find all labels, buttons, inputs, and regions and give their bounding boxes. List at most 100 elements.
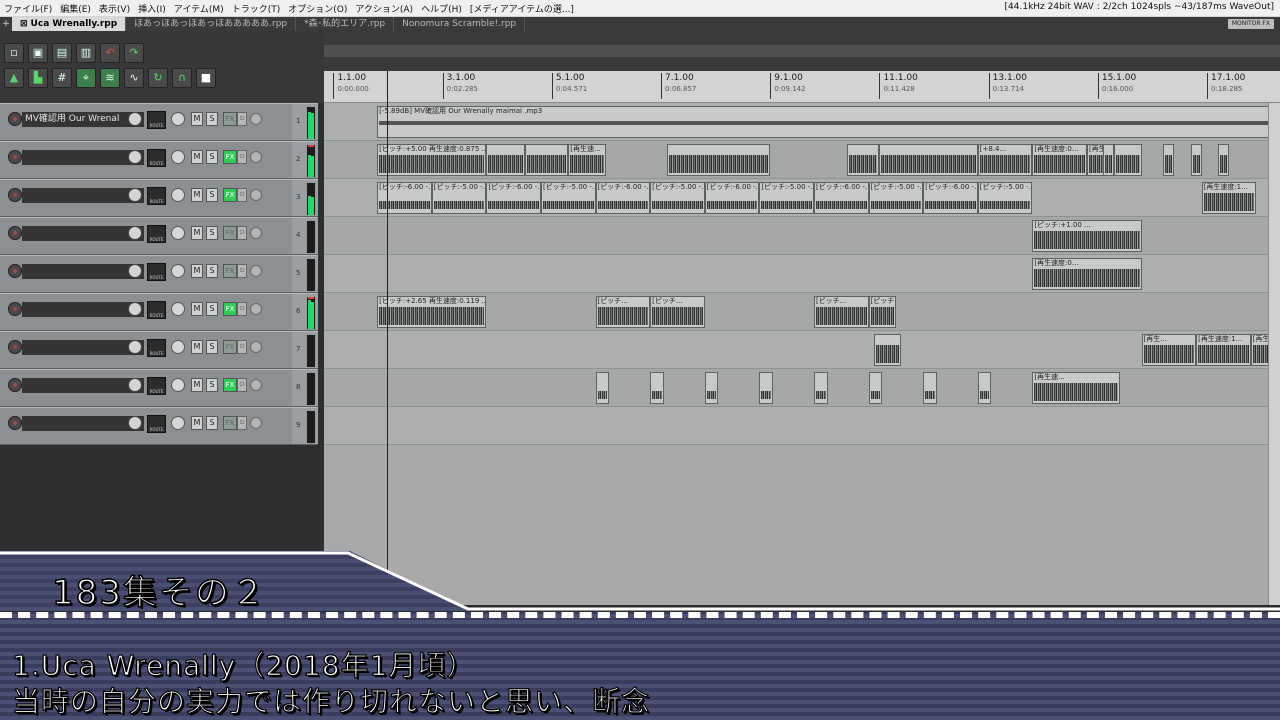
metronome-icon[interactable]: ▲	[4, 68, 24, 88]
track-1[interactable]: MV確認用 Our Wrenal ROUTE M S FX ⏻	[0, 103, 292, 141]
media-item[interactable]: [再生速度:0...	[1032, 258, 1142, 290]
media-item[interactable]: [ピッチ:-6.00 -...	[377, 182, 432, 214]
media-item[interactable]	[868, 372, 883, 404]
solo-button[interactable]: S	[206, 150, 218, 164]
track-name-field[interactable]	[22, 150, 144, 165]
media-item[interactable]: [ピッチ:+2.65 再生速度:0.119 ...	[377, 296, 487, 328]
fx-bypass-icon[interactable]: ⏻	[237, 112, 247, 126]
project-tab-2[interactable]: *森･私的エリア.rpp	[296, 17, 395, 31]
fx-button[interactable]: FX	[223, 188, 237, 202]
envelope-button[interactable]	[250, 151, 262, 163]
ripple-icon[interactable]: ≋	[100, 68, 120, 88]
solo-button[interactable]: S	[206, 112, 218, 126]
solo-button[interactable]: S	[206, 226, 218, 240]
media-item[interactable]	[1190, 144, 1202, 176]
media-item[interactable]: [ピッチ:+1.00 ...	[1032, 220, 1142, 252]
track-name-field[interactable]	[22, 416, 144, 431]
record-arm-icon[interactable]	[8, 340, 22, 354]
volume-knob[interactable]	[128, 188, 142, 202]
route-button[interactable]: ROUTE	[147, 339, 166, 357]
menu-item-9[interactable]: [メディアアイテムの選...]	[466, 2, 578, 15]
track-lane-7[interactable]	[324, 331, 1268, 369]
menu-item-3[interactable]: 挿入(I)	[134, 2, 170, 15]
track-name-field[interactable]	[22, 264, 144, 279]
menu-item-8[interactable]: ヘルプ(H)	[417, 2, 466, 15]
media-item[interactable]: [-5.89dB] MV確認用 Our Wrenally maimai .mp3	[377, 106, 1279, 138]
media-item[interactable]	[524, 144, 569, 176]
route-button[interactable]: ROUTE	[147, 377, 166, 395]
timeline-ruler[interactable]: 1.1.00 0:00.000 3.1.00 0:02.285 5.1.00 0:04.5…	[324, 71, 1280, 103]
track-9[interactable]: ROUTE M S FX ⏻	[0, 407, 292, 445]
mute-button[interactable]: M	[191, 226, 203, 240]
media-item[interactable]: [再生速...	[568, 144, 607, 176]
fx-bypass-icon[interactable]: ⏻	[237, 378, 247, 392]
envelope-button[interactable]	[250, 227, 262, 239]
mute-button[interactable]: M	[191, 188, 203, 202]
pan-knob[interactable]	[171, 264, 185, 278]
record-arm-icon[interactable]	[8, 150, 22, 164]
pan-knob[interactable]	[171, 302, 185, 316]
media-item[interactable]: [再生速度:1...	[1201, 182, 1257, 214]
envelope-button[interactable]	[250, 303, 262, 315]
fx-button[interactable]: FX	[223, 302, 237, 316]
track-name-field[interactable]	[22, 302, 144, 317]
media-item[interactable]: [ピッチ:-6.00 -...	[486, 182, 541, 214]
arrange-view[interactable]: 1.1.00 0:00.000 3.1.00 0:02.285 5.1.00 0:04.5…	[324, 31, 1280, 605]
menu-item-6[interactable]: オプション(O)	[284, 2, 351, 15]
menu-item-7[interactable]: アクション(A)	[351, 2, 417, 15]
media-item[interactable]: [ピッチ:-6.00 -...	[813, 182, 869, 214]
track-name-field[interactable]	[22, 340, 144, 355]
vertical-scrollbar[interactable]	[1268, 103, 1280, 605]
media-item[interactable]: [ピッチ...	[650, 296, 705, 328]
grid-icon[interactable]: #	[52, 68, 72, 88]
mute-button[interactable]: M	[191, 416, 203, 430]
volume-knob[interactable]	[128, 226, 142, 240]
solo-button[interactable]: S	[206, 340, 218, 354]
envelope-button[interactable]	[250, 417, 262, 429]
track-lane-8[interactable]	[324, 369, 1268, 407]
pan-knob[interactable]	[171, 150, 185, 164]
media-item[interactable]: [ピッチ:-5.00 -...	[650, 182, 705, 214]
pan-knob[interactable]	[171, 378, 185, 392]
route-button[interactable]: ROUTE	[147, 149, 166, 167]
open-icon[interactable]: ▤	[52, 43, 72, 63]
media-item[interactable]: [再生速度:0...	[1032, 144, 1087, 176]
redo-icon[interactable]: ↷	[124, 43, 144, 63]
mute-button[interactable]: M	[191, 150, 203, 164]
horizontal-scrollbar[interactable]	[324, 45, 1280, 57]
fx-button[interactable]: FX	[223, 264, 237, 278]
media-item[interactable]: [ピッチ...	[813, 296, 869, 328]
media-item[interactable]: [再生...	[1141, 334, 1197, 366]
fx-button[interactable]: FX	[223, 150, 237, 164]
media-item[interactable]	[1163, 144, 1175, 176]
media-item[interactable]: [ピッチ:-5.00 -...	[759, 182, 814, 214]
volume-knob[interactable]	[128, 378, 142, 392]
media-item[interactable]: [再生速...	[1032, 372, 1120, 404]
pan-knob[interactable]	[171, 340, 185, 354]
media-item[interactable]	[846, 144, 880, 176]
fx-button[interactable]: FX	[223, 378, 237, 392]
media-item[interactable]	[666, 144, 771, 176]
media-item[interactable]	[879, 144, 978, 176]
fx-bypass-icon[interactable]: ⏻	[237, 302, 247, 316]
track-5[interactable]: ROUTE M S FX ⏻	[0, 255, 292, 293]
pan-knob[interactable]	[171, 416, 185, 430]
track-lane-9[interactable]	[324, 407, 1268, 445]
track-name-field[interactable]: MV確認用 Our Wrenal	[22, 112, 144, 127]
fx-bypass-icon[interactable]: ⏻	[237, 416, 247, 430]
route-button[interactable]: ROUTE	[147, 263, 166, 281]
solo-button[interactable]: S	[206, 302, 218, 316]
track-icon[interactable]: ▙	[28, 68, 48, 88]
pan-knob[interactable]	[171, 188, 185, 202]
mute-button[interactable]: M	[191, 264, 203, 278]
pan-knob[interactable]	[171, 226, 185, 240]
loop-icon[interactable]: ↻	[148, 68, 168, 88]
fx-button[interactable]: FX	[223, 112, 237, 126]
save-icon[interactable]: ▣	[28, 43, 48, 63]
track-6[interactable]: ROUTE M S FX ⏻	[0, 293, 292, 331]
envelope-button[interactable]	[250, 379, 262, 391]
project-tab-0[interactable]: ⊠ Uca Wrenally.rpp	[12, 17, 127, 31]
record-arm-icon[interactable]	[8, 378, 22, 392]
fx-button[interactable]: FX	[223, 416, 237, 430]
media-item[interactable]: [ピッチ:-6.00 -...	[704, 182, 760, 214]
